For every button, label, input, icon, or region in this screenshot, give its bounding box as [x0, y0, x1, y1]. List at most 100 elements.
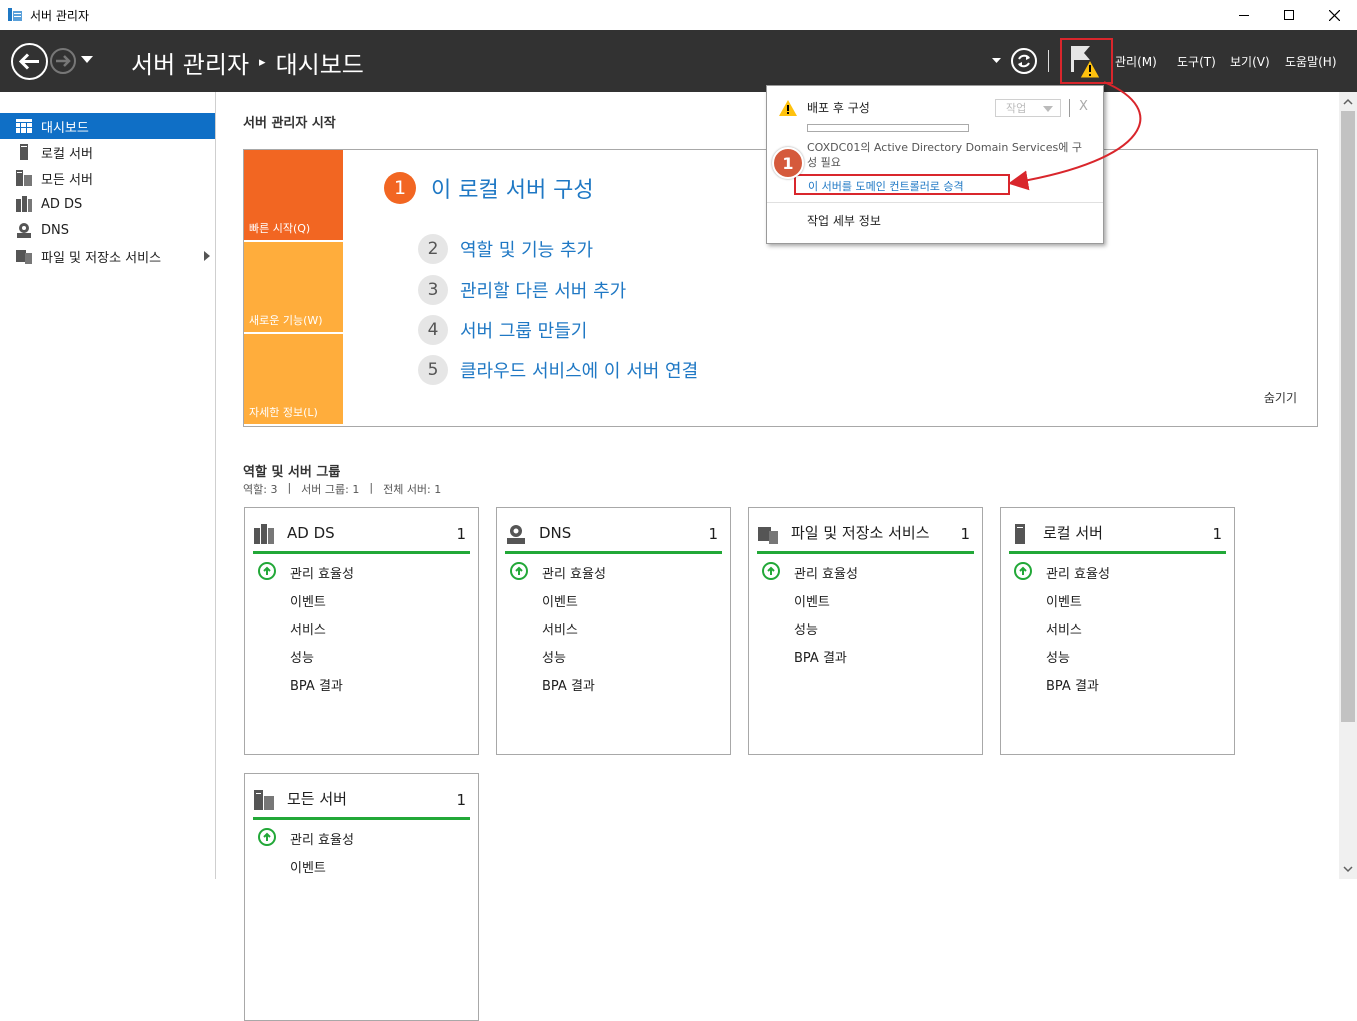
file-storage-icon: [757, 523, 779, 545]
sidebar-item-label: DNS: [41, 222, 69, 238]
status-ok-icon: [510, 562, 528, 580]
sidebar-item-ad-ds[interactable]: AD DS: [0, 191, 215, 217]
card-header[interactable]: AD DS 1: [253, 516, 470, 554]
card-header[interactable]: 모든 서버 1: [253, 782, 470, 820]
card-row-events[interactable]: 이벤트: [1046, 591, 1082, 610]
card-row-manageability[interactable]: 관리 효율성: [290, 563, 354, 582]
tile-quick-start[interactable]: 빠른 시작(Q): [244, 150, 343, 240]
breadcrumb-current: 대시보드: [275, 51, 364, 79]
card-row-performance[interactable]: 성능: [290, 647, 314, 666]
welcome-heading: 서버 관리자 시작: [243, 116, 336, 131]
breadcrumb-separator: ▸: [259, 55, 266, 70]
hide-link[interactable]: 숨기기: [1264, 389, 1297, 406]
card-header[interactable]: 파일 및 저장소 서비스 1: [757, 516, 974, 554]
menu-help[interactable]: 도움말(H): [1285, 53, 1337, 70]
task-dropdown-label: 작업: [1006, 102, 1027, 115]
tile-label: 자세한 정보(L): [249, 406, 318, 419]
back-button[interactable]: [11, 43, 48, 80]
header-dropdown-icon[interactable]: [992, 58, 1001, 64]
sidebar-item-local-server[interactable]: 로컬 서버: [0, 139, 215, 165]
sidebar-item-file-storage[interactable]: 파일 및 저장소 서비스: [0, 243, 215, 269]
minimize-icon: [1239, 15, 1249, 16]
card-row-events[interactable]: 이벤트: [794, 591, 830, 610]
step-2[interactable]: 2 역할 및 기능 추가: [418, 234, 593, 264]
card-row-manageability[interactable]: 관리 효율성: [290, 829, 354, 848]
menu-view[interactable]: 보기(V): [1230, 53, 1270, 70]
task-details-link[interactable]: 작업 세부 정보: [807, 212, 881, 229]
notification-separator: [767, 202, 1103, 203]
step-4[interactable]: 4 서버 그룹 만들기: [418, 315, 587, 345]
close-window-button[interactable]: [1311, 0, 1357, 30]
progress-bar: [807, 124, 969, 132]
step-number: 5: [418, 355, 448, 385]
maximize-button[interactable]: [1266, 0, 1312, 30]
scrollbar-thumb[interactable]: [1341, 111, 1355, 722]
notification-popup: 배포 후 구성 작업 X COXDC01의 Active Directory D…: [766, 85, 1104, 244]
step-number: 2: [418, 234, 448, 264]
card-count: 1: [708, 524, 718, 543]
sidebar-item-dashboard[interactable]: 대시보드: [0, 113, 215, 139]
sidebar-item-dns[interactable]: DNS: [0, 217, 215, 243]
card-title: AD DS: [287, 524, 335, 542]
card-title: 모든 서버: [287, 790, 347, 808]
card-row-bpa[interactable]: BPA 결과: [290, 675, 343, 694]
notification-close-button[interactable]: X: [1079, 99, 1088, 114]
card-row-performance[interactable]: 성능: [542, 647, 566, 666]
sidebar-item-all-servers[interactable]: 모든 서버: [0, 165, 215, 191]
tile-label: 빠른 시작(Q): [249, 222, 311, 235]
role-card-ad-ds[interactable]: AD DS 1 관리 효율성 이벤트 서비스 성능 BPA 결과: [244, 507, 479, 755]
card-row-performance[interactable]: 성능: [1046, 647, 1070, 666]
card-row-services[interactable]: 서비스: [542, 619, 578, 638]
step-5[interactable]: 5 클라우드 서비스에 이 서버 연결: [418, 355, 698, 385]
minimize-button[interactable]: [1221, 0, 1267, 30]
step-link[interactable]: 서버 그룹 만들기: [460, 317, 587, 343]
history-dropdown-icon[interactable]: [81, 56, 93, 64]
step-link[interactable]: 관리할 다른 서버 추가: [460, 277, 626, 303]
status-ok-icon: [762, 562, 780, 580]
role-card-file-storage[interactable]: 파일 및 저장소 서비스 1 관리 효율성 이벤트 성능 BPA 결과: [748, 507, 983, 755]
arrow-left-icon: [18, 53, 39, 70]
notifications-button[interactable]: [1060, 38, 1113, 84]
card-row-bpa[interactable]: BPA 결과: [1046, 675, 1099, 694]
forward-button[interactable]: [50, 48, 76, 74]
card-row-bpa[interactable]: BPA 결과: [542, 675, 595, 694]
role-card-dns[interactable]: DNS 1 관리 효율성 이벤트 서비스 성능 BPA 결과: [496, 507, 731, 755]
step-badge: 1: [772, 147, 804, 179]
task-dropdown[interactable]: 작업: [995, 99, 1061, 117]
tile-whats-new[interactable]: 새로운 기능(W): [244, 242, 343, 332]
summary-separator: |: [287, 481, 292, 494]
scroll-up-icon[interactable]: [1339, 94, 1357, 110]
card-row-events[interactable]: 이벤트: [290, 857, 326, 876]
card-title: 파일 및 저장소 서비스: [791, 524, 930, 542]
role-card-all-servers[interactable]: 모든 서버 1 관리 효율성 이벤트: [244, 773, 479, 1021]
expand-arrow-icon[interactable]: [204, 251, 210, 261]
scroll-down-icon[interactable]: [1339, 861, 1357, 877]
step-link[interactable]: 역할 및 기능 추가: [460, 236, 593, 262]
step-1-link[interactable]: 이 로컬 서버 구성: [431, 172, 594, 204]
step-link[interactable]: 클라우드 서비스에 이 서버 연결: [460, 357, 698, 383]
breadcrumb-root[interactable]: 서버 관리자: [131, 45, 249, 80]
card-header[interactable]: DNS 1: [505, 516, 722, 554]
card-row-manageability[interactable]: 관리 효율성: [794, 563, 858, 582]
tile-learn-more[interactable]: 자세한 정보(L): [244, 334, 343, 424]
refresh-button[interactable]: [1011, 48, 1037, 74]
all-servers-icon: [16, 170, 32, 186]
card-header[interactable]: 로컬 서버 1: [1009, 516, 1226, 554]
step-3[interactable]: 3 관리할 다른 서버 추가: [418, 275, 626, 305]
card-row-services[interactable]: 서비스: [290, 619, 326, 638]
card-row-services[interactable]: 서비스: [1046, 619, 1082, 638]
card-row-manageability[interactable]: 관리 효율성: [542, 563, 606, 582]
card-row-events[interactable]: 이벤트: [542, 591, 578, 610]
menu-manage[interactable]: 관리(M): [1115, 53, 1157, 70]
card-title: 로컬 서버: [1043, 524, 1103, 542]
card-row-events[interactable]: 이벤트: [290, 591, 326, 610]
card-row-performance[interactable]: 성능: [794, 619, 818, 638]
card-row-bpa[interactable]: BPA 결과: [794, 647, 847, 666]
card-row-manageability[interactable]: 관리 효율성: [1046, 563, 1110, 582]
status-ok-icon: [258, 828, 276, 846]
menu-tools[interactable]: 도구(T): [1177, 53, 1216, 70]
header-bar: 서버 관리자 ▸ 대시보드 관리(M) 도구(T) 보기(V) 도움말(H): [0, 30, 1357, 92]
role-card-local-server[interactable]: 로컬 서버 1 관리 효율성 이벤트 서비스 성능 BPA 결과: [1000, 507, 1235, 755]
roles-count: 역할: 3: [243, 483, 278, 496]
promote-dc-link[interactable]: 이 서버를 도메인 컨트롤러로 승격: [794, 174, 1010, 195]
